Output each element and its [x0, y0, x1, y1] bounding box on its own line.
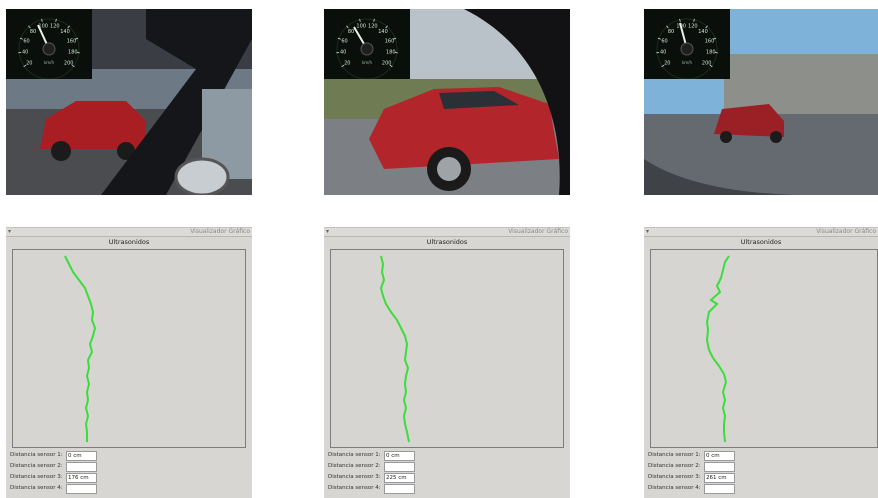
- speed-tick-label: 40: [660, 50, 666, 56]
- camera-photo-1: 20406080100120140160180200 km/h: [6, 9, 252, 195]
- sensor-row-3: Distancia sensor 3: 225 cm: [328, 473, 568, 482]
- sensor-label: Distancia sensor 1:: [648, 451, 701, 460]
- speed-tick-label: 180: [706, 50, 716, 56]
- speed-tick-label: 140: [378, 29, 388, 35]
- speed-tick-label: 140: [60, 29, 70, 35]
- sensor-row-1: Distancia sensor 1: 0 cm: [10, 451, 250, 460]
- speed-tick-label: 160: [67, 38, 77, 44]
- speed-tick-label: 160: [385, 38, 395, 44]
- sensor-value-field[interactable]: 0 cm: [384, 451, 415, 461]
- sensor-label: Distancia sensor 3:: [10, 473, 63, 482]
- plot-title: Ultrasonidos: [644, 238, 878, 246]
- speed-tick-label: 140: [698, 29, 708, 35]
- speed-tick-label: 160: [705, 38, 715, 44]
- speed-tick-label: 100: [356, 23, 366, 29]
- speed-unit-label: km/h: [362, 60, 373, 65]
- sensor-value-field[interactable]: [66, 462, 97, 472]
- sensor-value-field[interactable]: 0 cm: [66, 451, 97, 461]
- ultrasound-panel-2: ▾ Visualizador Gráfico Ultrasonidos Dist…: [324, 227, 570, 498]
- sensor-label: Distancia sensor 2:: [328, 462, 381, 471]
- speed-tick-label: 40: [22, 50, 28, 56]
- speedometer-dial-2: 20406080100120140160180200 km/h: [324, 9, 410, 79]
- speed-tick-label: 80: [30, 29, 36, 35]
- speedometer-overlay: 20406080100120140160180200 km/h: [324, 9, 410, 79]
- speed-tick-label: 60: [661, 38, 667, 44]
- sensor-row-2: Distancia sensor 2:: [328, 462, 568, 471]
- sensor-row-1: Distancia sensor 1: 0 cm: [648, 451, 878, 460]
- sensor-row-2: Distancia sensor 2:: [648, 462, 878, 471]
- sensor-value-field[interactable]: [384, 462, 415, 472]
- speed-tick-label: 20: [344, 61, 350, 67]
- sensor-label: Distancia sensor 4:: [328, 484, 381, 493]
- sensor-row-3: Distancia sensor 3: 261 cm: [648, 473, 878, 482]
- speed-tick-label: 40: [340, 50, 346, 56]
- sensor-row-3: Distancia sensor 3: 176 cm: [10, 473, 250, 482]
- sensor-label: Distancia sensor 1:: [10, 451, 63, 460]
- window-title: Visualizador Gráfico: [816, 228, 876, 236]
- sensor-value-field[interactable]: 176 cm: [66, 473, 97, 483]
- sensor-value-field[interactable]: 225 cm: [384, 473, 415, 483]
- plot-title: Ultrasonidos: [6, 238, 252, 246]
- speedometer-overlay: 20406080100120140160180200 km/h: [6, 9, 92, 79]
- ultrasound-panel-3: ▾ Visualizador Gráfico Ultrasonidos Dist…: [644, 227, 878, 498]
- sensor-value-field[interactable]: 261 cm: [704, 473, 735, 483]
- speed-tick-label: 120: [50, 23, 60, 29]
- speedometer-dial-3: 20406080100120140160180200 km/h: [644, 9, 730, 79]
- speed-unit-label: km/h: [44, 60, 55, 65]
- speed-unit-label: km/h: [682, 60, 693, 65]
- sensor-label: Distancia sensor 4:: [10, 484, 63, 493]
- window-title: Visualizador Gráfico: [190, 228, 250, 236]
- speed-tick-label: 120: [368, 23, 378, 29]
- speed-tick-label: 80: [668, 29, 674, 35]
- ultrasound-plot: [330, 249, 564, 448]
- speed-tick-label: 80: [348, 29, 354, 35]
- window-title: Visualizador Gráfico: [508, 228, 568, 236]
- speed-tick-label: 120: [688, 23, 698, 29]
- speedometer-overlay: 20406080100120140160180200 km/h: [644, 9, 730, 79]
- ultrasound-panel-1: ▾ Visualizador Gráfico Ultrasonidos Dist…: [6, 227, 252, 498]
- sensor-value-field[interactable]: [704, 484, 735, 494]
- sensor-value-field[interactable]: 0 cm: [704, 451, 735, 461]
- ultrasound-plot: [12, 249, 246, 448]
- pin-icon[interactable]: ▾: [326, 228, 329, 236]
- sensor-value-field[interactable]: [66, 484, 97, 494]
- sensor-row-4: Distancia sensor 4:: [10, 484, 250, 493]
- sensor-label: Distancia sensor 2:: [10, 462, 63, 471]
- camera-photo-2: 20406080100120140160180200 km/h: [324, 9, 570, 195]
- sensor-value-field[interactable]: [704, 462, 735, 472]
- speed-tick-label: 20: [26, 61, 32, 67]
- speed-tick-label: 20: [664, 61, 670, 67]
- distance-trace: [381, 256, 409, 442]
- speed-tick-label: 60: [341, 38, 347, 44]
- speed-tick-label: 60: [23, 38, 29, 44]
- sensor-label: Distancia sensor 3:: [648, 473, 701, 482]
- ultrasound-plot: [650, 249, 878, 448]
- sensor-value-field[interactable]: [384, 484, 415, 494]
- sensor-label: Distancia sensor 4:: [648, 484, 701, 493]
- speed-tick-label: 180: [386, 50, 396, 56]
- speedometer-dial-1: 20406080100120140160180200 km/h: [6, 9, 92, 79]
- sensor-label: Distancia sensor 2:: [648, 462, 701, 471]
- sensor-row-4: Distancia sensor 4:: [648, 484, 878, 493]
- pin-icon[interactable]: ▾: [8, 228, 11, 236]
- speed-tick-label: 180: [68, 50, 78, 56]
- camera-photo-3: 20406080100120140160180200 km/h: [644, 9, 878, 195]
- distance-trace: [707, 256, 729, 442]
- distance-trace: [65, 256, 95, 442]
- sensor-row-1: Distancia sensor 1: 0 cm: [328, 451, 568, 460]
- plot-title: Ultrasonidos: [324, 238, 570, 246]
- sensor-row-4: Distancia sensor 4:: [328, 484, 568, 493]
- sensor-label: Distancia sensor 3:: [328, 473, 381, 482]
- sensor-label: Distancia sensor 1:: [328, 451, 381, 460]
- pin-icon[interactable]: ▾: [646, 228, 649, 236]
- sensor-row-2: Distancia sensor 2:: [10, 462, 250, 471]
